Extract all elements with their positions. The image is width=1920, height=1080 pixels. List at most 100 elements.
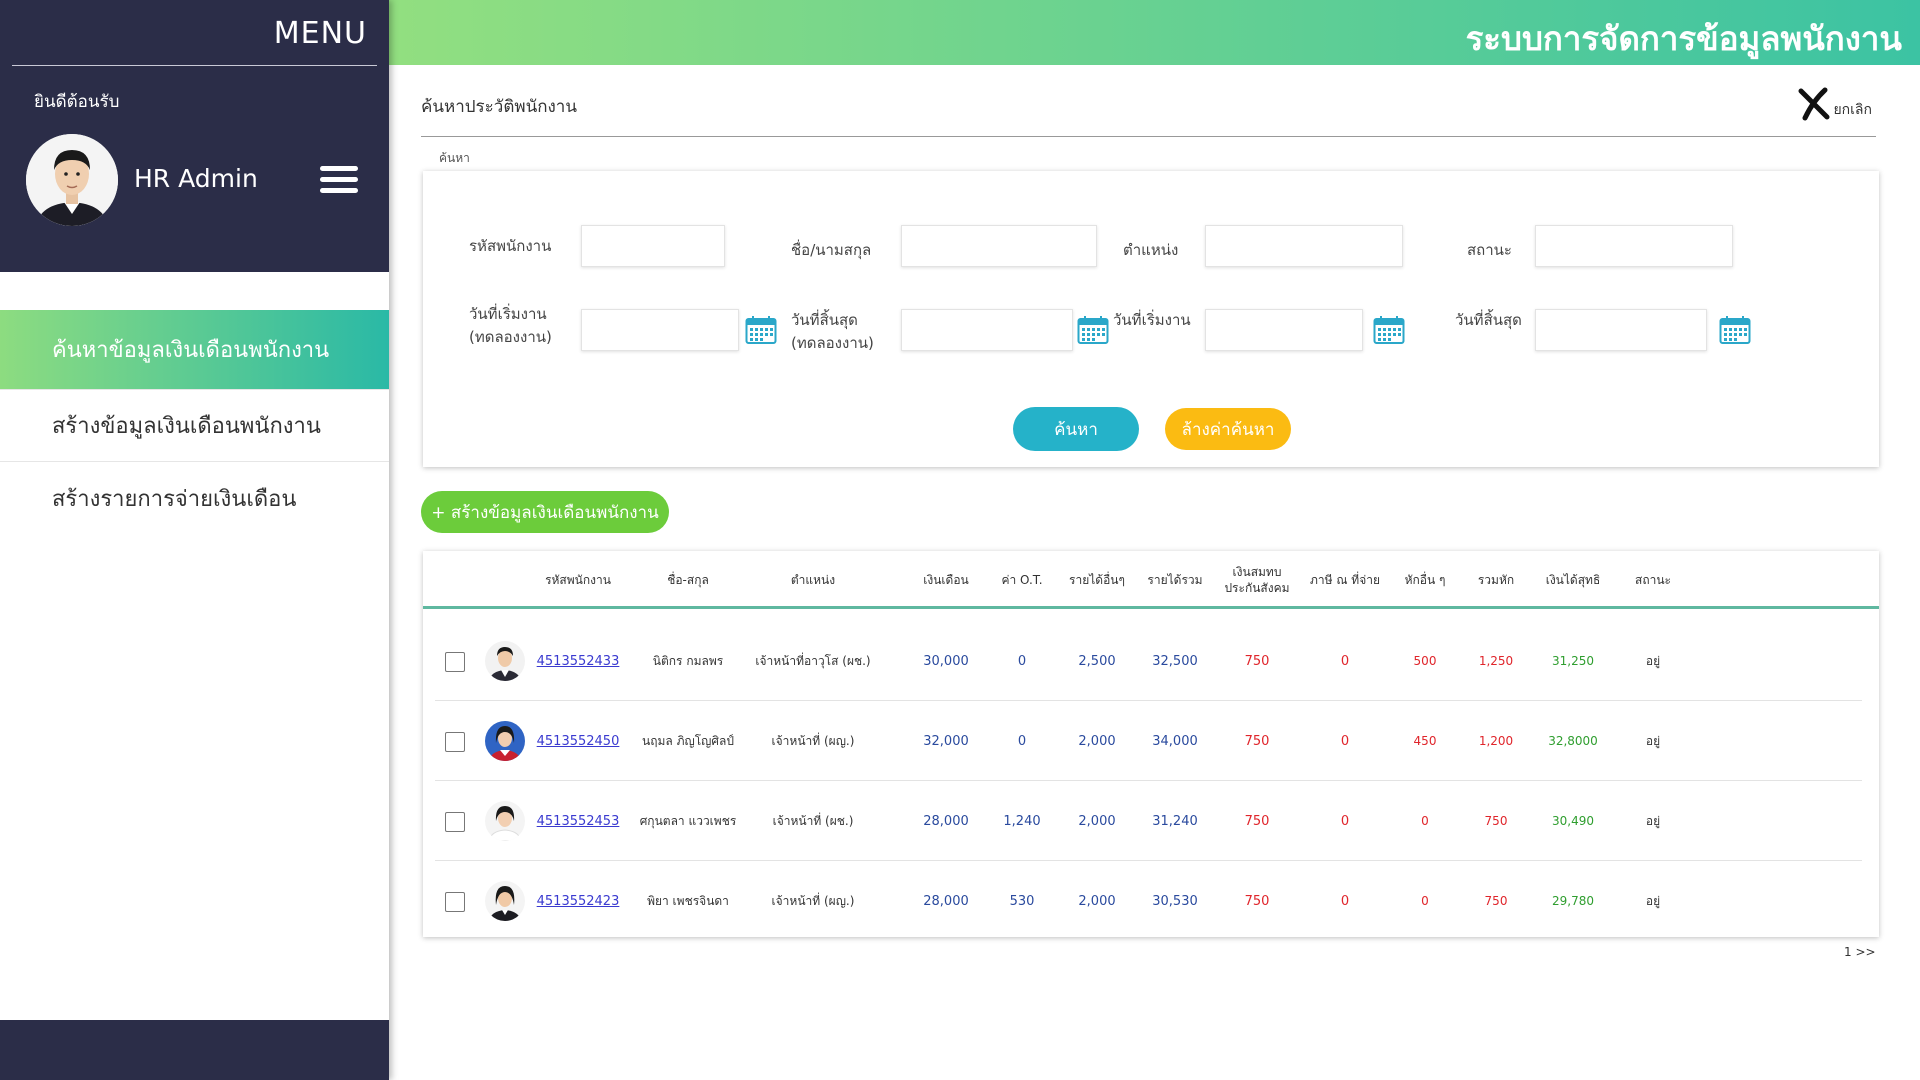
page-header: ค้นหาประวัติพนักงาน ยกเลิก: [421, 87, 1876, 137]
main-content: ค้นหาประวัติพนักงาน ยกเลิก ค้นหา รหัสพนั…: [389, 65, 1920, 1080]
employee-id[interactable]: 4513552423: [537, 894, 620, 909]
employee-id-link[interactable]: 4513552450: [523, 701, 633, 781]
clear-search-button[interactable]: ล้างค่าค้นหา: [1165, 408, 1291, 450]
total-income-value: 34,000: [1152, 733, 1198, 749]
table-row: 4513552433 นิติกร กมลพร เจ้าหน้าที่อาวุโ…: [435, 621, 1862, 701]
other-deduct-value: 450: [1413, 734, 1437, 748]
net-value: 29,780: [1552, 894, 1594, 908]
col-header-id: รหัสพนักงาน: [545, 573, 611, 587]
pagination[interactable]: 1 >>: [1844, 945, 1876, 959]
ot-value: 1,240: [1003, 813, 1041, 829]
ot-value: 0: [1017, 733, 1027, 749]
tax-value: 0: [1340, 893, 1350, 909]
row-checkbox[interactable]: [445, 652, 465, 672]
employee-avatar: [485, 881, 525, 921]
other-deduct-value: 0: [1421, 894, 1429, 908]
salary-value: 28,000: [923, 893, 969, 909]
salary-table: รหัสพนักงาน ชื่อ-สกุล ตำแหน่ง เงินเดือน …: [423, 551, 1879, 937]
net-value: 30,490: [1552, 814, 1594, 828]
col-header-net: เงินได้สุทธิ: [1545, 573, 1601, 587]
calendar-icon[interactable]: [1719, 315, 1751, 345]
menu-title: MENU: [273, 16, 367, 51]
net-value: 31,250: [1552, 654, 1594, 668]
nav-item-search-salary[interactable]: ค้นหาข้อมูลเงินเดือนพนักงาน: [0, 310, 389, 390]
salary-value: 28,000: [923, 813, 969, 829]
status-value: อยู่: [1645, 733, 1661, 748]
employee-id[interactable]: 4513552433: [537, 654, 620, 669]
other-income-value: 2,000: [1078, 813, 1116, 829]
sidebar: MENU ยินดีต้อนรับ HR Admin ค้นหาข้อมูลเง…: [0, 0, 389, 1080]
name-input[interactable]: [901, 225, 1097, 267]
other-income-value: 2,500: [1078, 653, 1116, 669]
end-probation-date-input[interactable]: [901, 309, 1073, 351]
employee-id[interactable]: 4513552450: [537, 734, 620, 749]
total-deduct-value: 1,250: [1478, 654, 1514, 668]
tax-value: 0: [1340, 653, 1350, 669]
total-income-value: 32,500: [1152, 653, 1198, 669]
search-button[interactable]: ค้นหา: [1013, 407, 1139, 451]
create-salary-button[interactable]: + สร้างข้อมูลเงินเดือนพนักงาน: [421, 491, 669, 533]
social-security-value: 750: [1244, 653, 1270, 669]
search-section-label: ค้นหา: [439, 151, 470, 165]
table-row: 4513552450 นฤมล ภิญโญศิลป์ เจ้าหน้าที่ (…: [435, 701, 1862, 781]
welcome-text: ยินดีต้อนรับ: [34, 92, 120, 112]
employee-avatar: [485, 801, 525, 841]
row-checkbox[interactable]: [445, 732, 465, 752]
total-deduct-value: 750: [1484, 814, 1508, 828]
end-probation-label: วันที่สิ้นสุด (ทดลองงาน): [791, 309, 874, 355]
status-value: อยู่: [1645, 653, 1661, 668]
other-deduct-value: 0: [1421, 814, 1429, 828]
employee-id-link[interactable]: 4513552423: [523, 861, 633, 941]
employee-id[interactable]: 4513552453: [537, 814, 620, 829]
salary-value: 30,000: [923, 653, 969, 669]
employee-id-label: รหัสพนักงาน: [469, 237, 552, 255]
employee-position: เจ้าหน้าที่ (ผช.): [772, 813, 854, 828]
start-probation-label-line1: วันที่เริ่มงาน: [469, 305, 547, 323]
employee-avatar: [485, 721, 525, 761]
start-probation-label: วันที่เริ่มงาน (ทดลองงาน): [469, 303, 552, 349]
calendar-icon[interactable]: [1373, 315, 1405, 345]
cancel-label: ยกเลิก: [1833, 101, 1872, 118]
col-header-position: ตำแหน่ง: [790, 573, 836, 587]
social-security-value: 750: [1244, 733, 1270, 749]
salary-value: 32,000: [923, 733, 969, 749]
employee-id-link[interactable]: 4513552433: [523, 621, 633, 701]
col-header-total-income: รายได้รวม: [1147, 573, 1203, 587]
col-header-social-line1: เงินสมทบ: [1232, 565, 1282, 579]
nav-item-create-salary[interactable]: สร้างข้อมูลเงินเดือนพนักงาน: [0, 390, 389, 462]
row-checkbox[interactable]: [445, 892, 465, 912]
start-date-input[interactable]: [1205, 309, 1363, 351]
total-income-value: 30,530: [1152, 893, 1198, 909]
app-title: ระบบการจัดการข้อมูลพนักงาน: [1465, 19, 1902, 58]
col-header-social-line2: ประกันสังคม: [1224, 581, 1290, 595]
employee-id-link[interactable]: 4513552453: [523, 781, 633, 861]
status-value: อยู่: [1645, 893, 1661, 908]
user-avatar: [26, 134, 118, 226]
employee-id-input[interactable]: [581, 225, 725, 267]
employee-position: เจ้าหน้าที่อาวุโส (ผช.): [755, 653, 871, 668]
nav-item-create-payroll[interactable]: สร้างรายการจ่ายเงินเดือน: [0, 462, 389, 534]
calendar-icon[interactable]: [745, 315, 777, 345]
sidebar-header: MENU ยินดีต้อนรับ HR Admin: [0, 0, 389, 272]
table-header: รหัสพนักงาน ชื่อ-สกุล ตำแหน่ง เงินเดือน …: [423, 551, 1879, 609]
employee-position: เจ้าหน้าที่ (ผญ.): [771, 893, 855, 908]
employee-name: นิติกร กมลพร: [652, 653, 724, 668]
end-date-input[interactable]: [1535, 309, 1707, 351]
hamburger-menu-icon[interactable]: [320, 166, 358, 194]
col-header-name: ชื่อ-สกุล: [667, 573, 709, 587]
start-probation-date-input[interactable]: [581, 309, 739, 351]
col-header-other-income: รายได้อื่นๆ: [1069, 573, 1125, 587]
status-input[interactable]: [1535, 225, 1733, 267]
sidebar-nav: ค้นหาข้อมูลเงินเดือนพนักงาน สร้างข้อมูลเ…: [0, 310, 389, 534]
total-deduct-value: 1,200: [1478, 734, 1514, 748]
other-income-value: 2,000: [1078, 733, 1116, 749]
employee-name: ศกุนตลา แววเพชร: [639, 813, 737, 828]
position-input[interactable]: [1205, 225, 1403, 267]
end-probation-label-line1: วันที่สิ้นสุด: [791, 311, 858, 329]
employee-name: นฤมล ภิญโญศิลป์: [642, 733, 734, 748]
employee-name: พิยา เพชรจินดา: [647, 893, 729, 908]
employee-avatar: [485, 641, 525, 681]
cancel-button[interactable]: ยกเลิก: [1797, 87, 1872, 128]
calendar-icon[interactable]: [1077, 315, 1109, 345]
row-checkbox[interactable]: [445, 812, 465, 832]
